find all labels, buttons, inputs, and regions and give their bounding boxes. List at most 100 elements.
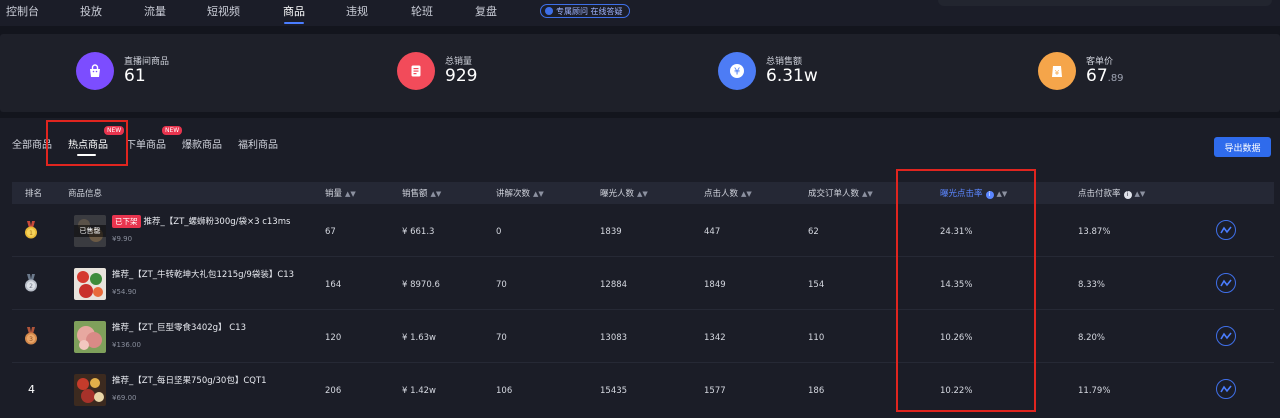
top-nav: 控制台 投放 流量 短视频 商品 违规 轮班 复盘 专属顾问 在线答疑 [0,0,1280,26]
cell-exposure: 1839 [600,227,622,237]
cell-orders: 62 [808,227,819,237]
table-row: 3 推荐_【ZT_巨型零食3402g】 C13 ¥136.00 120 ¥ 1.… [12,311,1274,363]
sold-out-label: 已售罄 [74,225,106,237]
product-thumbnail[interactable] [74,268,106,300]
header-cvr[interactable]: 点击付款率 i ▲▼ [1078,187,1145,199]
header-rank: 排名 [25,189,43,199]
tab-welfare-products[interactable]: 福利商品 [238,136,278,151]
bronze-medal-icon: 3 [25,327,37,345]
header-product: 商品信息 [68,189,103,199]
cell-exposure: 13083 [600,333,628,343]
product-price: ¥54.90 [112,288,137,296]
header-exposure[interactable]: 曝光人数 ▲▼ [600,187,648,199]
trend-icon [1220,279,1232,287]
trend-chart-button[interactable] [1216,379,1236,399]
product-name[interactable]: 推荐_【ZT_每日坚果750g/30包】CQT1 [112,374,267,386]
nav-item-ads[interactable]: 投放 [80,3,102,19]
yen-icon: ¥ [718,52,756,90]
sort-icon: ▲▼ [1134,190,1146,198]
cell-exposure: 15435 [600,386,628,396]
trend-chart-button[interactable] [1216,220,1236,240]
header-clicks[interactable]: 点击人数 ▲▼ [704,187,752,199]
product-thumbnail[interactable]: 已售罄 [74,215,106,247]
stat-value: 6.31w [766,66,818,86]
cell-revenue: ¥ 8970.6 [402,280,440,290]
stat-value: 61 [124,66,146,86]
nav-item-dashboard[interactable]: 控制台 [6,3,39,19]
product-thumbnail[interactable] [74,321,106,353]
header-sales[interactable]: 销量 ▲▼ [325,187,356,199]
sort-icon: ▲▼ [741,190,752,198]
products-panel: 全部商品 热点商品 NEW 下单商品 NEW 爆款商品 福利商品 导出数据 排名… [0,118,1280,418]
nav-item-violations[interactable]: 违规 [346,3,368,19]
cell-orders: 110 [808,333,825,343]
cell-sales: 164 [325,280,342,290]
trend-chart-button[interactable] [1216,273,1236,293]
advisor-button[interactable]: 专属顾问 在线答疑 [540,4,630,18]
product-price: ¥69.00 [112,394,137,402]
sort-icon: ▲▼ [345,190,356,198]
price-tag-icon: ¥ [1038,52,1076,90]
top-search-box[interactable] [938,0,1272,6]
sort-icon: ▲▼ [430,190,442,198]
sort-icon: ▲▼ [637,190,648,198]
trend-icon [1220,332,1232,340]
product-name[interactable]: 推荐_【ZT_牛转乾坤大礼包1215g/9袋装】C13 [112,268,294,280]
product-thumbnail[interactable] [74,374,106,406]
stat-value: 67.89 [1086,66,1124,86]
table-row: 4 推荐_【ZT_每日坚果750g/30包】CQT1 ¥69.00 206 ¥ … [12,364,1274,416]
svg-text:3: 3 [29,336,33,343]
header-orders[interactable]: 成交订单人数 ▲▼ [808,187,873,199]
product-name[interactable]: 推荐_【ZT_巨型零食3402g】 C13 [112,321,246,333]
tab-bestseller-products[interactable]: 爆款商品 [182,136,222,151]
table-row: 1 已售罄 已下架 推荐_【ZT_螺蛳粉300g/袋×3 c13ms ¥9.90 … [12,205,1274,257]
highlight-box-ctr-column [896,169,1036,412]
svg-text:1: 1 [29,230,33,237]
cell-orders: 186 [808,386,825,396]
headset-icon [545,7,553,15]
cell-cvr: 11.79% [1078,386,1111,396]
gold-medal-icon: 1 [25,221,37,239]
nav-item-traffic[interactable]: 流量 [144,3,166,19]
silver-medal-icon: 2 [25,274,37,292]
svg-text:2: 2 [29,283,33,290]
cell-sales: 67 [325,227,336,237]
cell-revenue: ¥ 1.42w [402,386,436,396]
cell-cvr: 13.87% [1078,227,1111,237]
cell-sales: 206 [325,386,342,396]
cell-exposure: 12884 [600,280,628,290]
nav-active-indicator [284,22,304,24]
product-price: ¥9.90 [112,235,133,243]
table-header: 排名 商品信息 销量 ▲▼ 销售额 ▲▼ 讲解次数 ▲▼ 曝光人数 ▲▼ 点击人数 ▲▼ … [12,182,1274,204]
tab-ordered-products[interactable]: 下单商品 [126,136,166,151]
trend-chart-button[interactable] [1216,326,1236,346]
shopping-bag-icon [76,52,114,90]
export-data-button[interactable]: 导出数据 [1214,137,1271,157]
cell-clicks: 1849 [704,280,726,290]
nav-item-short-video[interactable]: 短视频 [207,3,240,19]
cell-clicks: 447 [704,227,721,237]
summary-stats: 直播间商品 61 总销量 929 ¥ 总销售额 6.31w ¥ 客单价 67.8… [0,34,1280,112]
cell-orders: 154 [808,280,825,290]
sort-icon: ▲▼ [533,190,544,198]
rank-number: 4 [28,383,35,396]
stat-value: 929 [445,66,478,86]
cell-revenue: ¥ 1.63w [402,333,436,343]
cell-explain-count: 70 [496,333,507,343]
nav-item-shifts[interactable]: 轮班 [411,3,433,19]
product-name[interactable]: 已下架 推荐_【ZT_螺蛳粉300g/袋×3 c13ms [112,215,290,228]
nav-item-products[interactable]: 商品 [283,3,305,19]
svg-text:¥: ¥ [1055,69,1060,77]
cell-revenue: ¥ 661.3 [402,227,435,237]
trend-icon [1220,385,1232,393]
cell-sales: 120 [325,333,342,343]
cell-explain-count: 106 [496,386,513,396]
nav-item-review[interactable]: 复盘 [475,3,497,19]
header-revenue[interactable]: 销售额 ▲▼ [402,187,441,199]
table-row: 2 推荐_【ZT_牛转乾坤大礼包1215g/9袋装】C13 ¥54.90 164… [12,258,1274,310]
svg-text:¥: ¥ [734,67,740,78]
cell-cvr: 8.20% [1078,333,1106,343]
advisor-label: 专属顾问 在线答疑 [556,6,623,16]
cell-cvr: 8.33% [1078,280,1106,290]
header-explain-count[interactable]: 讲解次数 ▲▼ [496,187,544,199]
